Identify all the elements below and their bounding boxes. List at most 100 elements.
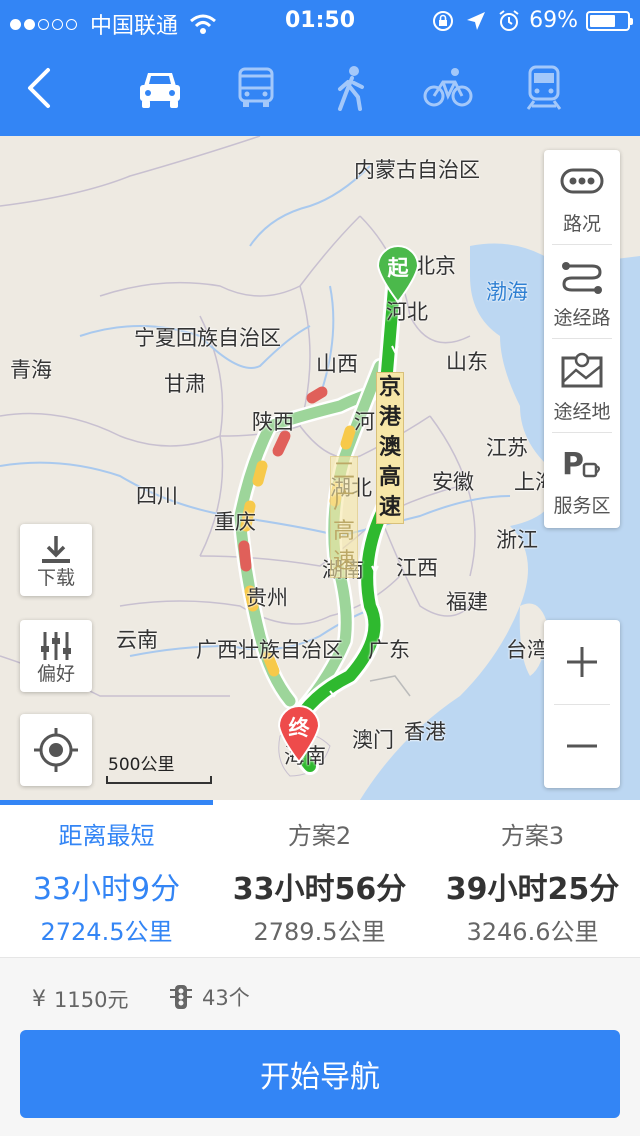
header: 中国联通 01:50 69% (0, 0, 640, 136)
traffic-label: 路况 (562, 213, 601, 235)
map-region-label: 青海 (10, 358, 52, 382)
car-icon (140, 73, 180, 108)
map-region-label: 安徽 (432, 470, 474, 494)
start-marker[interactable]: 起 (374, 242, 422, 308)
map-region-label: 江西 (396, 556, 438, 580)
scale-label: 500公里 (108, 755, 175, 775)
preference-button[interactable]: 偏好 (20, 620, 92, 692)
toll-value: 1150元 (54, 988, 129, 1012)
traffic-light-icon (170, 985, 192, 1009)
zoom-in-button[interactable] (544, 620, 620, 704)
mode-train-button[interactable] (518, 62, 570, 114)
map-region-label: 香港 (404, 720, 446, 744)
back-arrow-icon (28, 68, 50, 108)
map-region-label: 陕西 (252, 410, 294, 434)
battery-percent: 69% (529, 8, 578, 33)
route-label: 距离最短 (58, 822, 155, 850)
traffic-lights-info: 43个 (168, 982, 250, 1012)
rotation-lock-icon (433, 10, 454, 31)
map-region-label: 浙江 (496, 528, 538, 552)
map-region-label: 台湾 (506, 638, 548, 662)
location-arrow-icon (467, 11, 486, 30)
download-button[interactable]: 下载 (20, 524, 92, 596)
via-road-label: 途经路 (553, 307, 611, 329)
end-marker[interactable]: 终 (275, 702, 323, 768)
traffic-icon (560, 168, 604, 194)
download-icon (42, 536, 70, 563)
equalizer-icon (41, 632, 71, 660)
map-region-label: 山东 (446, 350, 488, 374)
map-region-label: 内蒙古自治区 (354, 158, 480, 182)
map-region-label: 重庆 (214, 510, 256, 534)
walk-icon (338, 66, 364, 111)
service-area-label: 服务区 (553, 495, 611, 517)
toll-info: ¥ 1150元 (32, 984, 128, 1014)
yuan-icon: ¥ (32, 986, 46, 1012)
battery-icon (586, 10, 633, 31)
traffic-lights-value: 43个 (202, 986, 250, 1010)
bike-icon (423, 68, 473, 107)
map-region-label: 江苏 (486, 436, 528, 460)
map-region-label: 广西壮族自治区 (196, 638, 343, 662)
svg-text:P: P (562, 447, 584, 482)
locate-button[interactable] (20, 714, 92, 786)
route-label: 方案2 (287, 822, 352, 850)
route-distance: 2724.5公里 (40, 918, 173, 946)
map-region-label: 广东 (368, 638, 410, 662)
start-navigation-button[interactable]: 开始导航 (20, 1030, 620, 1118)
end-marker-label: 终 (288, 716, 310, 740)
highway-label-alt: 二广高速 (330, 456, 358, 578)
route-distance: 3246.6公里 (466, 918, 599, 946)
route-distance: 2789.5公里 (253, 918, 386, 946)
bus-icon (238, 67, 274, 107)
map-region-label: 宁夏回族自治区 (134, 326, 281, 350)
route-summary: ¥ 1150元 43个 开始导航 (0, 958, 640, 1136)
route-icon (562, 262, 602, 294)
highway-label-main: 京港澳高速 (376, 372, 404, 524)
service-area-button[interactable]: P 服务区 (544, 432, 620, 526)
mode-bike-button[interactable] (422, 62, 474, 114)
train-icon (526, 65, 562, 110)
route-time: 33小时56分 (232, 872, 407, 907)
zoom-out-button[interactable] (544, 704, 620, 788)
minus-icon (567, 744, 597, 748)
mode-car-button[interactable] (134, 62, 186, 114)
zoom-control (544, 620, 620, 788)
map-scale: 500公里 (106, 750, 212, 784)
download-label: 下载 (36, 567, 75, 589)
map-region-label: 山西 (316, 352, 358, 376)
via-road-button[interactable]: 途经路 (544, 244, 620, 338)
preference-label: 偏好 (36, 663, 75, 685)
route-option-2[interactable]: 方案2 33小时56分 2789.5公里 (213, 800, 426, 958)
traffic-button[interactable]: 路况 (544, 150, 620, 244)
back-button[interactable] (18, 62, 62, 114)
service-area-icon: P (562, 447, 600, 482)
map-tools-panel: 路况 途经路 途经地 P 服务区 (544, 150, 620, 528)
map-region-label: 澳门 (352, 728, 394, 752)
route-option-3[interactable]: 方案3 39小时25分 3246.6公里 (426, 800, 639, 958)
mode-walk-button[interactable] (326, 62, 378, 114)
map-view[interactable]: 内蒙古自治区北京河北渤海宁夏回族自治区山西山东青海甘肃陕西河江苏上海安徽四川湖北… (0, 136, 640, 800)
mode-bus-button[interactable] (230, 62, 282, 114)
via-place-label: 途经地 (553, 401, 611, 423)
map-pin-icon (561, 352, 603, 388)
route-label: 方案3 (500, 822, 565, 850)
status-bar: 中国联通 01:50 69% (0, 0, 640, 40)
start-marker-label: 起 (387, 256, 409, 280)
route-option-1[interactable]: 距离最短 33小时9分 2724.5公里 (0, 800, 213, 958)
route-time: 33小时9分 (32, 872, 181, 907)
navbar (0, 40, 640, 136)
map-region-label: 甘肃 (164, 372, 206, 396)
map-region-label: 河 (354, 410, 375, 434)
locate-icon (34, 728, 78, 772)
map-region-label: 渤海 (486, 280, 528, 304)
map-region-label: 福建 (446, 590, 488, 614)
plus-icon (567, 647, 597, 677)
route-time: 39小时25分 (445, 872, 620, 907)
map-region-label: 云南 (116, 628, 158, 652)
alarm-icon (499, 9, 519, 31)
route-options: 距离最短 33小时9分 2724.5公里 方案2 33小时56分 2789.5公… (0, 800, 640, 958)
map-region-label: 贵州 (246, 586, 288, 610)
via-place-button[interactable]: 途经地 (544, 338, 620, 432)
map-region-label: 四川 (136, 484, 178, 508)
